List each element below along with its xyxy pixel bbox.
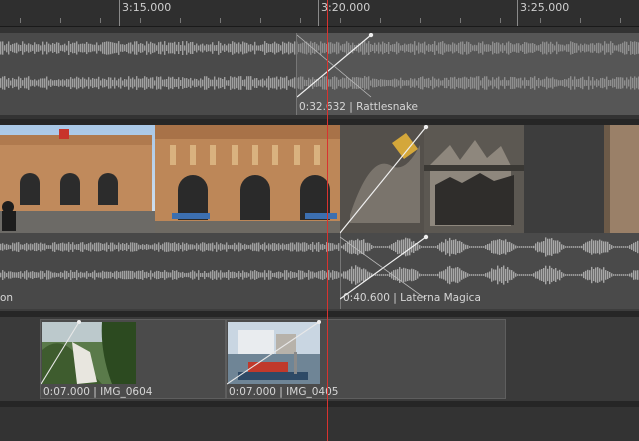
ruler-label-1: 3:15.000 <box>122 1 172 14</box>
ruler-minor-tick <box>220 18 221 23</box>
ruler-minor-tick <box>580 18 581 23</box>
photo-clip-img-0405[interactable]: 0:07.000 | IMG_0405 <box>226 319 506 399</box>
ruler-major-tick <box>318 0 319 26</box>
crossfade-curve <box>340 125 429 300</box>
waveform <box>0 242 340 280</box>
video-audio-clip-station[interactable]: on <box>0 233 340 309</box>
ruler-minor-tick <box>540 18 541 23</box>
ruler-minor-tick <box>340 18 341 23</box>
ruler-minor-tick <box>100 18 101 23</box>
audio-track-top[interactable]: 0:32.632 | Rattlesnake <box>0 27 639 119</box>
ruler-minor-tick <box>620 18 621 23</box>
ruler-minor-tick <box>380 18 381 23</box>
ruler-label-3: 3:25.000 <box>520 1 570 14</box>
video-clip-next[interactable] <box>604 125 639 233</box>
ruler-minor-tick <box>300 18 301 23</box>
photo-clip-img-0604[interactable]: 0:07.000 | IMG_0604 <box>40 319 226 399</box>
empty-track[interactable] <box>0 407 639 441</box>
ruler-minor-tick <box>180 18 181 23</box>
ruler-minor-tick <box>500 18 501 23</box>
video-clip-station[interactable] <box>0 125 340 233</box>
ruler-label-2: 3:20.000 <box>321 1 371 14</box>
ruler-minor-tick <box>460 18 461 23</box>
ruler-minor-tick <box>140 18 141 23</box>
playhead[interactable] <box>327 0 328 441</box>
photo-track[interactable]: 0:07.000 | IMG_0604 0:07.000 | IMG_0405 <box>0 317 639 401</box>
video-thumbnail-station <box>0 125 340 233</box>
video-thumbnail-next <box>604 125 639 233</box>
ruler-minor-tick <box>60 18 61 23</box>
audio-clip-rattlesnake[interactable]: 0:32.632 | Rattlesnake <box>296 33 639 115</box>
audio-clip-label: 0:32.632 | Rattlesnake <box>299 101 419 113</box>
ruler-minor-tick <box>420 18 421 23</box>
photo-clip-label: 0:07.000 | IMG_0405 <box>229 386 339 398</box>
timeline-ruler[interactable]: 3:15.000 3:20.000 3:25.000 <box>0 0 639 27</box>
photo-clip-label: 0:07.000 | IMG_0604 <box>43 386 153 398</box>
ruler-minor-tick <box>20 18 21 23</box>
ruler-major-tick <box>119 0 120 26</box>
ruler-minor-tick <box>260 18 261 23</box>
video-track-main[interactable]: on 0:40.600 | Laterna Magica <box>0 125 639 311</box>
audio-clip-label-left: on <box>0 292 14 304</box>
ruler-major-tick <box>517 0 518 26</box>
